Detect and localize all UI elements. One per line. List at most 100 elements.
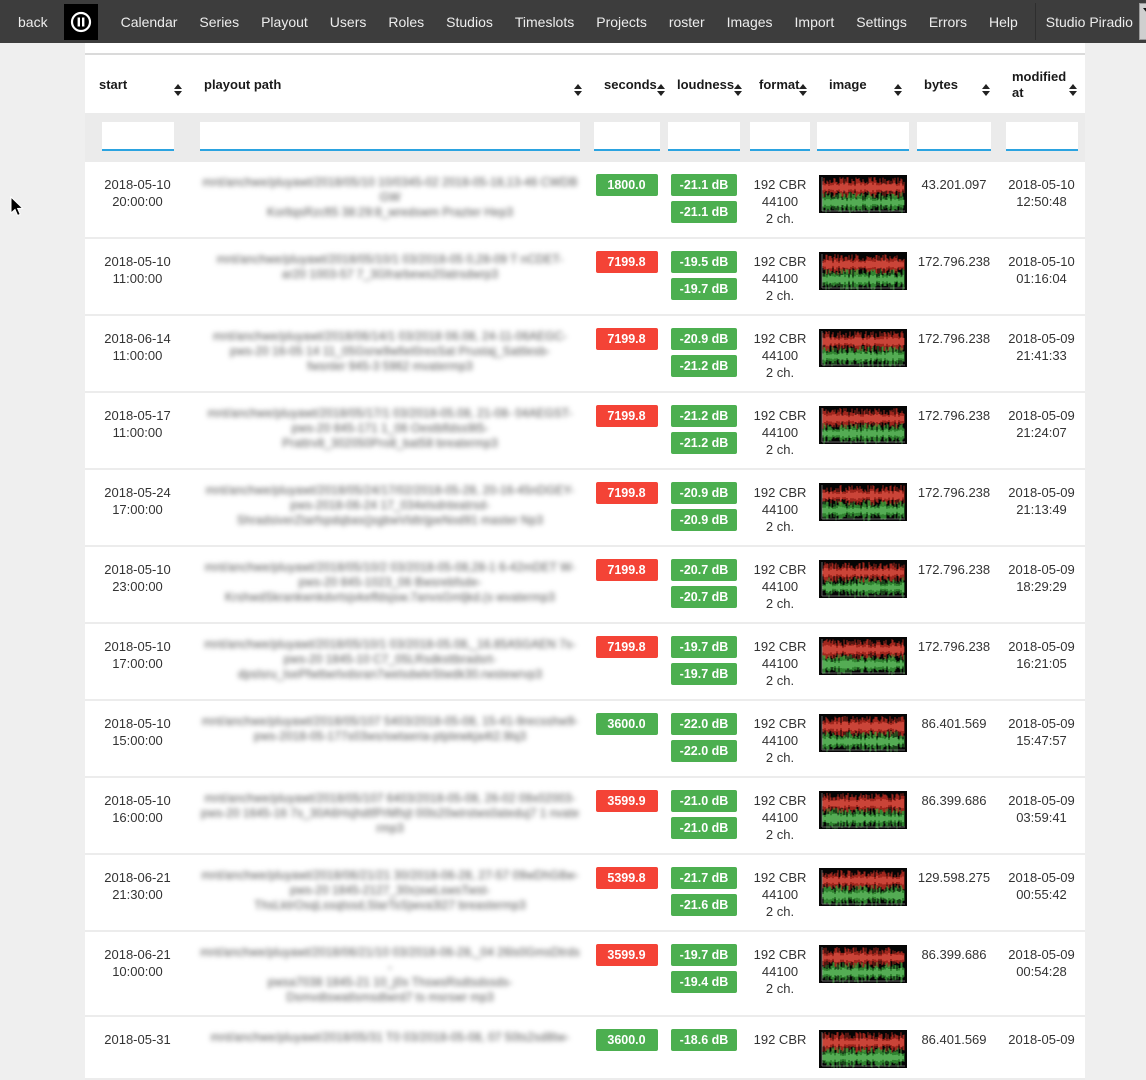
filter-input-image[interactable] — [817, 122, 909, 151]
table-row: 2018-05-10 11:00:00 mnt/anchwe/pluyawt/2… — [85, 239, 1085, 316]
loudness-badge: -21.1 dB — [671, 174, 738, 196]
nav-item-series[interactable]: Series — [188, 14, 250, 30]
nav-item-roles[interactable]: Roles — [377, 14, 435, 30]
image-cell — [815, 944, 910, 983]
waveform-thumbnail[interactable] — [819, 868, 907, 906]
modified-date: 2018-05-10 — [998, 253, 1085, 270]
seconds-badge: 3600.0 — [596, 713, 658, 735]
pause-logo-icon[interactable] — [64, 4, 98, 40]
waveform-thumbnail[interactable] — [819, 560, 907, 598]
loudness-badge: -19.7 dB — [671, 944, 738, 966]
sort-icon — [174, 84, 182, 96]
nav-item-timeslots[interactable]: Timeslots — [504, 14, 585, 30]
nav-item-calendar[interactable]: Calendar — [103, 14, 189, 30]
table-row: 2018-05-24 17:00:00 mnt/anchwe/pluyawt/2… — [85, 470, 1085, 547]
filter-input-format[interactable] — [750, 122, 810, 151]
table-row: 2018-05-10 20:00:00 mnt/anchwe/pluyawt/2… — [85, 162, 1085, 239]
bytes-cell: 172.796.238 — [910, 328, 998, 347]
loudness-cell: -21.7 dB-21.6 dB — [663, 867, 745, 916]
nav-item-playout[interactable]: Playout — [250, 14, 319, 30]
column-header-start[interactable]: start — [85, 69, 190, 101]
loudness-badge: -21.1 dB — [671, 201, 738, 223]
playout-path-redacted: mnt/anchwe/pluyawt/2018/05/10/2 03/2018-… — [190, 559, 590, 605]
loudness-badge: -21.6 dB — [671, 894, 738, 916]
loudness-badge: -20.7 dB — [671, 586, 738, 608]
seconds-cell: 3599.9 — [590, 944, 663, 966]
playout-path-redacted: mnt/anchwe/pluyawt/2018/05/10 10/0345-02… — [190, 174, 590, 220]
waveform-thumbnail[interactable] — [819, 637, 907, 675]
modified-cell: 2018-05-10 12:50:48 — [998, 174, 1085, 210]
table-row: 2018-05-10 17:00:00 mnt/anchwe/pluyawt/2… — [85, 624, 1085, 701]
table-row: 2018-06-14 11:00:00 mnt/anchwe/pluyawt/2… — [85, 316, 1085, 393]
filter-input-seconds[interactable] — [594, 122, 660, 151]
filter-input-modified-at[interactable] — [1006, 122, 1078, 151]
playout-path-redacted: mnt/anchwe/pluyawt/2018/05/24/17/02/2018… — [190, 482, 590, 528]
nav-item-users[interactable]: Users — [319, 14, 378, 30]
waveform-thumbnail[interactable] — [819, 175, 907, 213]
filter-input-playout-path[interactable] — [200, 122, 580, 151]
table-row: 2018-05-17 11:00:00 mnt/anchwe/pluyawt/2… — [85, 393, 1085, 470]
column-header-image[interactable]: image — [815, 69, 910, 101]
nav-item-back[interactable]: back — [0, 14, 59, 30]
column-header-label: modified at — [1012, 69, 1069, 101]
column-header-bytes[interactable]: bytes — [910, 69, 998, 101]
nav-item-help[interactable]: Help — [978, 14, 1029, 30]
seconds-cell: 1800.0 — [590, 174, 663, 196]
start-date: 2018-05-10 — [85, 176, 190, 193]
nav-item-images[interactable]: Images — [716, 14, 784, 30]
modified-time: 00:55:42 — [998, 886, 1085, 903]
start-date: 2018-05-10 — [85, 792, 190, 809]
modified-cell: 2018-05-09 15:47:57 — [998, 713, 1085, 749]
waveform-thumbnail[interactable] — [819, 1030, 907, 1068]
start-date: 2018-05-17 — [85, 407, 190, 424]
chevron-down-icon[interactable] — [1139, 3, 1146, 40]
nav-item-settings[interactable]: Settings — [845, 14, 918, 30]
sort-icon — [734, 84, 742, 96]
modified-date: 2018-05-09 — [998, 792, 1085, 809]
modified-time: 15:47:57 — [998, 732, 1085, 749]
seconds-badge: 7199.8 — [596, 328, 658, 350]
nav-item-studios[interactable]: Studios — [435, 14, 504, 30]
waveform-thumbnail[interactable] — [819, 406, 907, 444]
nav-item-roster[interactable]: roster — [658, 14, 716, 30]
waveform-thumbnail[interactable] — [819, 252, 907, 290]
filter-input-start[interactable] — [102, 122, 174, 151]
studio-select[interactable]: Studio Piradio — [1035, 3, 1146, 40]
waveform-thumbnail[interactable] — [819, 791, 907, 829]
start-cell: 2018-05-24 17:00:00 — [85, 482, 190, 518]
modified-time: 01:16:04 — [998, 270, 1085, 287]
nav-item-errors[interactable]: Errors — [918, 14, 978, 30]
filter-input-bytes[interactable] — [917, 122, 991, 151]
playout-path-redacted: mnt/anchwe/pluyawt/2018/06/14/1 03/2018 … — [190, 328, 590, 374]
nav-item-import[interactable]: Import — [784, 14, 846, 30]
nav-item-projects[interactable]: Projects — [585, 14, 658, 30]
loudness-cell: -19.5 dB-19.7 dB — [663, 251, 745, 300]
format-cell: 192 CBR — [745, 1029, 815, 1048]
filter-input-loudness[interactable] — [668, 122, 740, 151]
column-header-modified-at[interactable]: modified at — [998, 69, 1085, 101]
column-header-loudness[interactable]: loudness — [663, 69, 745, 101]
start-time: 16:00:00 — [85, 809, 190, 826]
waveform-thumbnail[interactable] — [819, 945, 907, 983]
start-time: 21:30:00 — [85, 886, 190, 903]
format-cell: 192 CBR441002 ch. — [745, 867, 815, 920]
sort-icon — [894, 84, 902, 96]
start-time: 15:00:00 — [85, 732, 190, 749]
start-cell: 2018-05-31 — [85, 1029, 190, 1048]
column-header-format[interactable]: format — [745, 69, 815, 101]
start-cell: 2018-06-21 10:00:00 — [85, 944, 190, 980]
start-date: 2018-05-10 — [85, 715, 190, 732]
loudness-badge: -22.0 dB — [671, 713, 738, 735]
waveform-thumbnail[interactable] — [819, 714, 907, 752]
column-header-playout-path[interactable]: playout path — [190, 69, 590, 101]
column-header-seconds[interactable]: seconds — [590, 69, 663, 101]
image-cell — [815, 174, 910, 213]
modified-date: 2018-05-09 — [998, 484, 1085, 501]
waveform-thumbnail[interactable] — [819, 329, 907, 367]
start-time: 17:00:00 — [85, 655, 190, 672]
format-cell: 192 CBR441002 ch. — [745, 251, 815, 304]
loudness-badge: -19.4 dB — [671, 971, 738, 993]
loudness-badge: -20.9 dB — [671, 509, 738, 531]
image-cell — [815, 328, 910, 367]
waveform-thumbnail[interactable] — [819, 483, 907, 521]
